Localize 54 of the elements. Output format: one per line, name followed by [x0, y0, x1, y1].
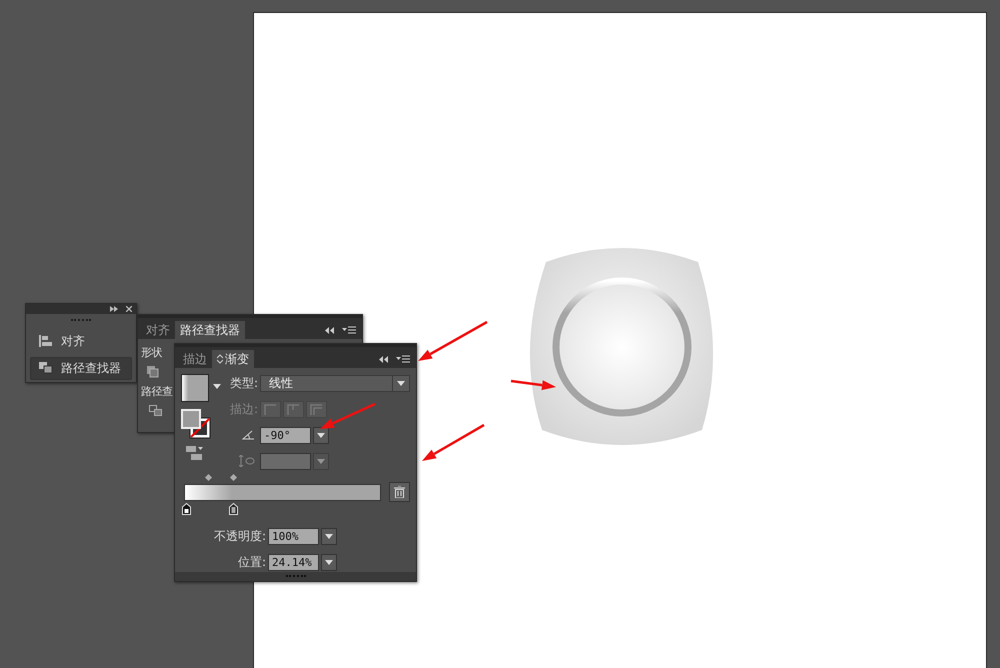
- angle-dropdown-button[interactable]: [313, 426, 329, 444]
- corner-icon: [287, 404, 300, 414]
- corner-icon: [310, 404, 323, 414]
- delete-stop-button[interactable]: [389, 482, 410, 502]
- annotation-arrow: [320, 402, 376, 429]
- caret-icon: [317, 458, 325, 464]
- caret-icon: [325, 560, 333, 564]
- section-heading: 路径查: [141, 384, 172, 399]
- angle-field[interactable]: -90°: [260, 426, 311, 444]
- opacity-label: 不透明度:: [212, 528, 266, 544]
- pathfinder-icon[interactable]: [149, 405, 163, 417]
- annotation-arrow: [418, 320, 488, 361]
- shape-mode-icon[interactable]: [147, 366, 159, 378]
- fill-stroke-icon[interactable]: [181, 409, 211, 439]
- panel-tab[interactable]: 路径查找器: [175, 321, 245, 339]
- type-dropdown[interactable]: 线性: [260, 374, 410, 392]
- stroke-label: 描边:: [228, 400, 258, 418]
- position-label: 位置:: [236, 554, 266, 570]
- type-label: 类型:: [228, 374, 258, 392]
- panel-tab[interactable]: 对齐: [141, 321, 175, 339]
- gradient-annotator-icon[interactable]: [186, 446, 204, 460]
- aspect-dropdown-button[interactable]: [313, 452, 329, 470]
- color-stop[interactable]: [182, 503, 191, 515]
- collapse-icon[interactable]: [325, 326, 334, 334]
- menu-icon[interactable]: [342, 326, 356, 334]
- opacity-dropdown-button[interactable]: [321, 528, 337, 544]
- menu-icon[interactable]: [396, 355, 410, 363]
- aspect-ratio-icon: [239, 455, 255, 467]
- panel-list-item[interactable]: 对齐: [30, 330, 132, 353]
- color-stop[interactable]: [229, 503, 238, 515]
- close-icon[interactable]: [126, 306, 132, 312]
- caret-icon: [325, 534, 333, 538]
- angle-icon: [242, 430, 255, 440]
- trash-icon: [394, 486, 405, 498]
- annotation-arrow: [510, 380, 556, 390]
- caret-icon: [397, 380, 405, 386]
- up-down-icon: [217, 354, 223, 364]
- position-dropdown-button[interactable]: [321, 554, 337, 570]
- align-icon: [39, 335, 53, 348]
- collapse-icon[interactable]: [379, 356, 388, 362]
- opacity-field[interactable]: 100%: [268, 528, 319, 544]
- corner-icon: [264, 404, 277, 414]
- panel-list-item[interactable]: 路径查找器: [30, 356, 132, 380]
- pathfinder-icon: [39, 362, 53, 374]
- collapse-icon[interactable]: [110, 306, 118, 312]
- panel-tab[interactable]: 渐变: [212, 350, 254, 368]
- grip-handle[interactable]: [286, 574, 306, 578]
- position-field[interactable]: 24.14%: [268, 554, 319, 570]
- caret-icon: [213, 384, 221, 389]
- annotation-arrow: [422, 424, 485, 461]
- gradient-swatch[interactable]: [181, 374, 209, 402]
- panel-tab[interactable]: 描边: [178, 350, 212, 368]
- section-heading: 形状: [141, 345, 162, 360]
- grip-handle[interactable]: [71, 318, 91, 323]
